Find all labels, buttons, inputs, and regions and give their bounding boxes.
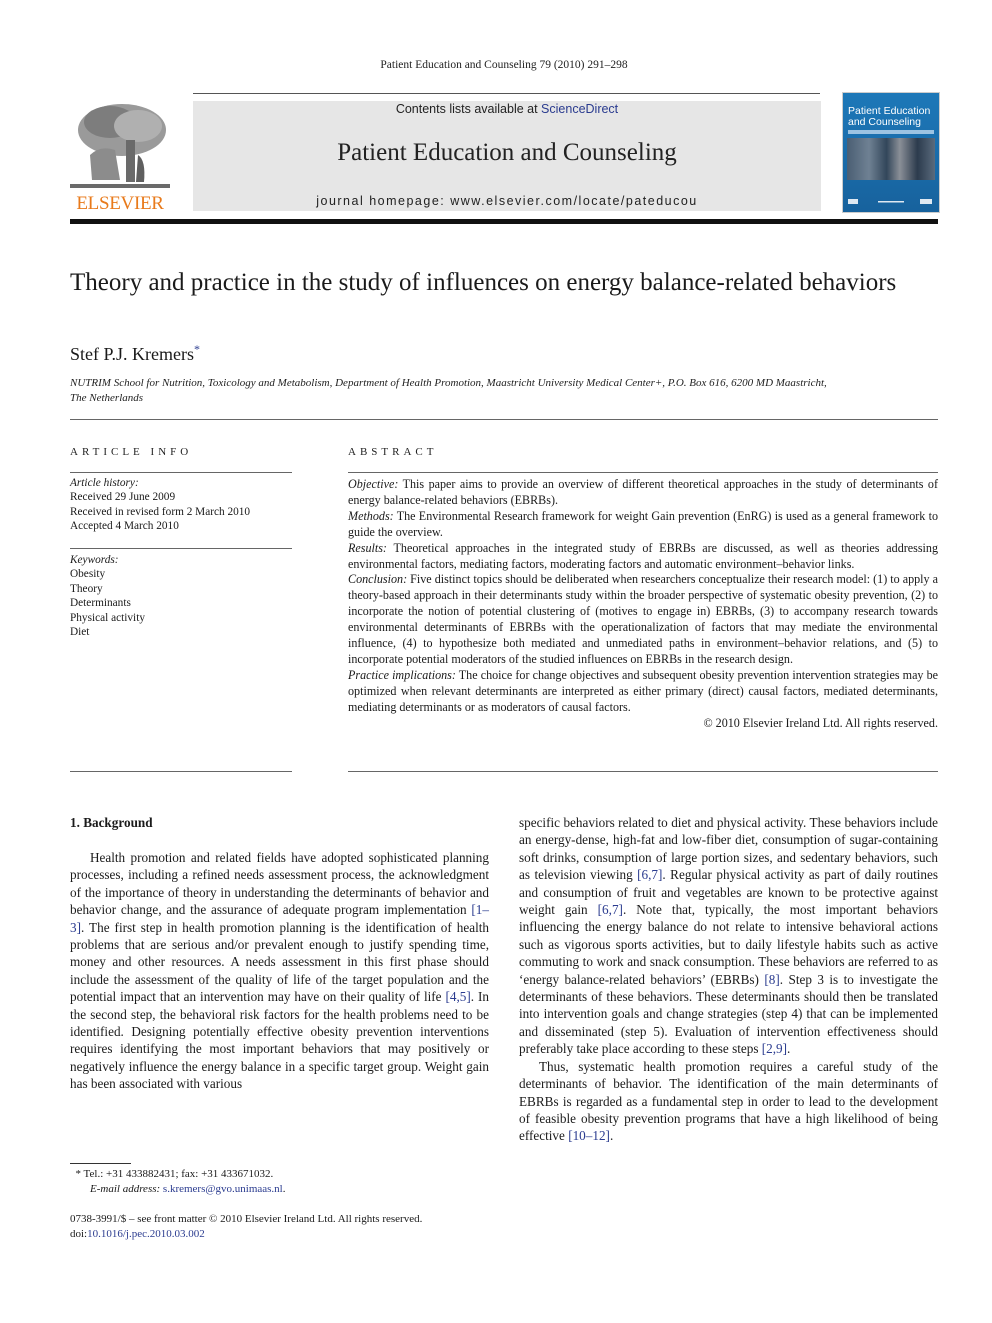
email-link[interactable]: s.kremers@gvo.unimaas.nl [163,1183,283,1195]
body-right-column: specific behaviors related to diet and p… [519,814,938,1145]
citation-link[interactable]: [8] [764,972,779,987]
footnote-email: E-mail address: s.kremers@gvo.unimaas.nl… [70,1182,500,1197]
journal-cover-thumbnail[interactable]: Patient Education and Counseling [842,92,940,213]
doi-line: doi:10.1016/j.pec.2010.03.002 [70,1227,510,1242]
abstract-methods: Methods: The Environmental Research fram… [348,509,938,541]
elsevier-wordmark: ELSEVIER [76,193,164,214]
footnote-rule [70,1163,131,1164]
section-heading-background: 1. Background [70,815,153,830]
sciencedirect-link[interactable]: ScienceDirect [541,102,618,116]
doi-link[interactable]: 10.1016/j.pec.2010.03.002 [87,1228,205,1240]
abstract-body: Objective: This paper aims to provide an… [348,477,938,732]
body-paragraph: specific behaviors related to diet and p… [519,814,938,1058]
affiliation: NUTRIM School for Nutrition, Toxicology … [70,376,930,405]
keyword: Theory [70,582,103,595]
email-label: E-mail address: [90,1182,161,1195]
abstract-conclusion: Conclusion: Five distinct topics should … [348,572,938,667]
abstract-label: Practice implications: [348,667,456,682]
cover-photo-collage [847,138,935,180]
journal-homepage[interactable]: journal homepage: www.elsevier.com/locat… [193,194,821,208]
body-left-column: Health promotion and related fields have… [70,849,489,1093]
article-title: Theory and practice in the study of infl… [70,269,897,296]
body-text: . In the second step, the behavioral ris… [70,989,489,1092]
masthead-rule [70,219,938,224]
keywords-label: Keywords: [70,554,119,566]
contents-prefix: Contents lists available at [395,102,542,116]
header-divider [193,93,820,94]
email-end: . [282,1182,286,1195]
corresponding-author-footnote: * Tel.: +31 433882431; fax: +31 43367103… [70,1167,500,1196]
contact-numbers: Tel.: +31 433882431; fax: +31 433671032. [81,1168,274,1180]
body-text: . [787,1041,791,1057]
abstract-results: Results: Theoretical approaches in the i… [348,541,938,573]
affiliation-line: NUTRIM School for Nutrition, Toxicology … [70,377,827,389]
keywords: Keywords: Obesity Theory Determinants Ph… [70,553,145,639]
abstract-objective: Objective: This paper aims to provide an… [348,477,938,509]
history-item: Accepted 4 March 2010 [70,520,179,533]
citation-link[interactable]: [2,9] [762,1041,787,1056]
keyword: Physical activity [70,611,145,624]
article-info-heading: ARTICLE INFO [70,446,193,458]
keywords-divider [70,548,292,549]
doi-prefix: doi: [70,1227,88,1240]
citation-link[interactable]: [10–12] [568,1128,610,1143]
journal-banner: Contents lists available at ScienceDirec… [193,101,821,211]
publisher-logo[interactable]: ELSEVIER [70,100,170,214]
author-name[interactable]: Stef P.J. Kremers [70,344,194,364]
footnote-contact: * Tel.: +31 433882431; fax: +31 43367103… [70,1167,500,1182]
body-paragraph: Thus, systematic health promotion requir… [519,1058,938,1145]
abstract-label: Objective: [348,477,399,491]
author-line: Stef P.J. Kremers* [70,342,200,365]
corresponding-author-mark[interactable]: * [194,342,200,356]
body-text: . [609,1128,614,1144]
keyword: Determinants [70,597,131,610]
abstract-copyright: © 2010 Elsevier Ireland Ltd. All rights … [703,715,938,730]
contents-line: Contents lists available at ScienceDirec… [193,102,821,116]
abstract-practice-implications: Practice implications: The choice for ch… [348,668,938,716]
abstract-heading: ABSTRACT [348,446,438,458]
journal-title: Patient Education and Counseling [337,139,677,166]
abstract-text: Five distinct topics should be deliberat… [348,572,938,666]
history-label: Article history: [70,477,139,489]
front-matter: 0738-3991/$ – see front matter © 2010 El… [70,1212,510,1241]
affiliation-line: The Netherlands [70,391,144,404]
body-paragraph: Health promotion and related fields have… [70,849,489,1093]
article-info-bottom-rule [70,771,292,772]
abstract-label: Conclusion: [348,572,408,587]
citation-link[interactable]: [6,7] [637,867,662,882]
keyword: Diet [70,626,90,639]
body-text: . The first step in health promotion pla… [70,919,489,1005]
abstract-bottom-rule [348,771,938,772]
cover-sponsor-logos [848,199,932,204]
article-info-divider [70,472,292,473]
issn-line: 0738-3991/$ – see front matter © 2010 El… [70,1213,423,1225]
cover-subtitle-strip [848,130,934,134]
keyword: Obesity [70,568,106,581]
abstract-text: Theoretical approaches in the integrated… [348,540,938,571]
abstract-text: This paper aims to provide an overview o… [348,477,938,507]
running-head: Patient Education and Counseling 79 (201… [380,59,628,71]
body-text: Health promotion and related fields have… [70,850,489,918]
citation-link[interactable]: [4,5] [445,989,470,1004]
citation-link[interactable]: [6,7] [598,902,623,917]
article-history: Article history: Received 29 June 2009 R… [70,476,250,534]
elsevier-tree-icon [70,100,170,192]
abstract-text: The Environmental Research framework for… [348,508,938,539]
abstract-label: Results: [348,540,387,555]
abstract-divider [348,472,938,473]
abstract-label: Methods: [348,508,394,523]
cover-title-line2: and Counseling [848,116,921,128]
cover-title: Patient Education and Counseling [848,106,930,128]
history-item: Received 29 June 2009 [70,491,176,504]
affiliation-divider [70,419,938,420]
history-item: Received in revised form 2 March 2010 [70,505,251,518]
